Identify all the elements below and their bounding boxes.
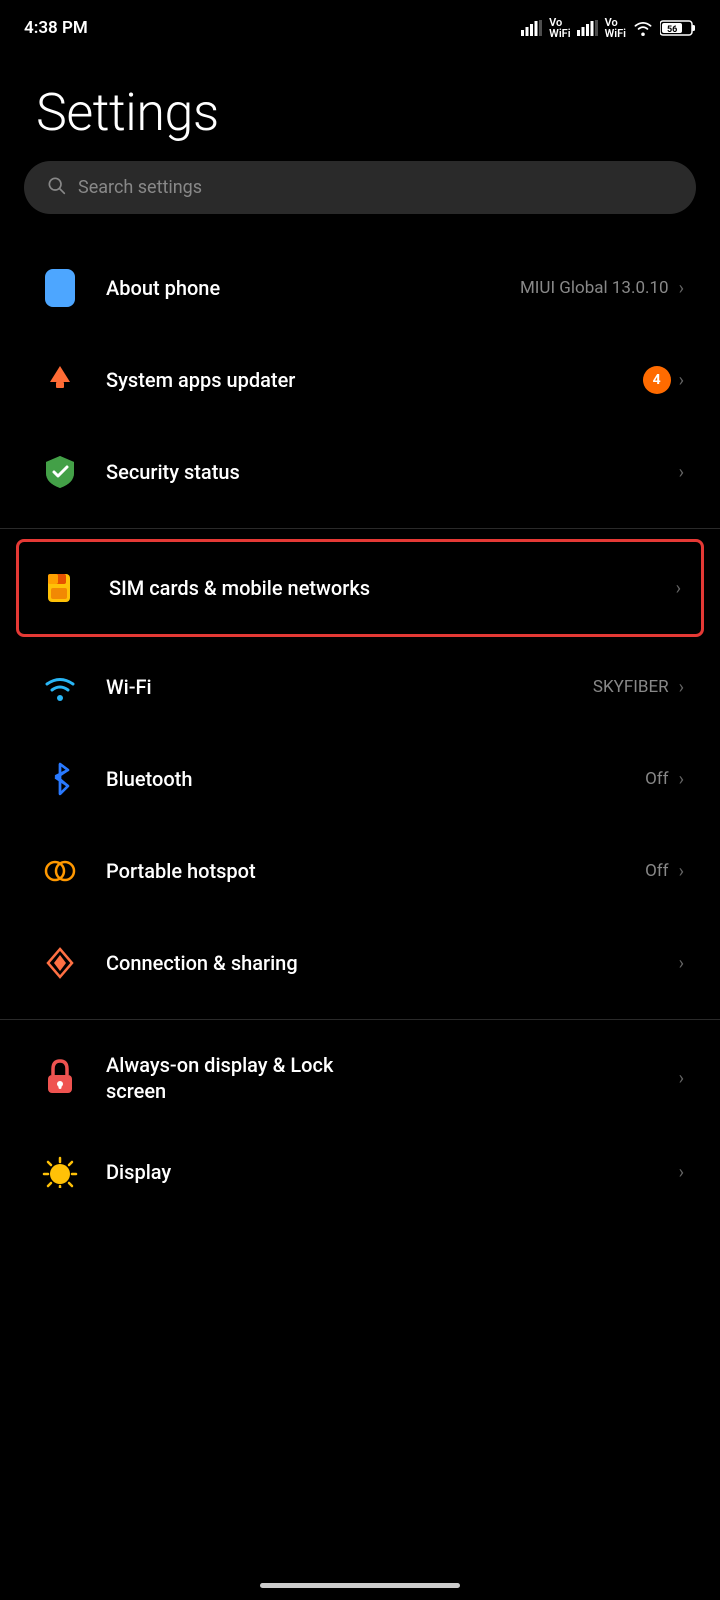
divider-2 (0, 1019, 720, 1020)
signal-icon (521, 20, 543, 36)
settings-item-security-status[interactable]: Security status › (0, 426, 720, 518)
page-header: Settings (0, 52, 720, 161)
settings-item-portable-hotspot[interactable]: Portable hotspot Off › (0, 825, 720, 917)
settings-item-bluetooth[interactable]: Bluetooth Off › (0, 733, 720, 825)
about-phone-label: About phone (106, 276, 520, 300)
about-phone-chevron: › (679, 278, 684, 299)
wifi-label: Wi-Fi (106, 675, 593, 699)
settings-item-connection-sharing[interactable]: Connection & sharing › (0, 917, 720, 1009)
security-icon (36, 448, 84, 496)
display-label: Display (106, 1160, 679, 1184)
system-apps-chevron: › (679, 370, 684, 391)
settings-item-sim-cards[interactable]: SIM cards & mobile networks › (16, 539, 704, 637)
lock-screen-icon (36, 1054, 84, 1102)
sim-cards-icon (39, 564, 87, 612)
hotspot-value: Off (645, 861, 669, 881)
connection-icon (36, 939, 84, 987)
battery-icon: 56 (660, 19, 696, 37)
search-container[interactable]: Search settings (0, 161, 720, 242)
bluetooth-chevron: › (679, 769, 684, 790)
connection-sharing-chevron: › (679, 953, 684, 974)
sim-cards-chevron: › (676, 578, 681, 599)
search-icon (46, 175, 66, 200)
divider-1 (0, 528, 720, 529)
system-apps-badge: 4 (643, 366, 671, 394)
status-icons: VoWiFi VoWiFi 56 (521, 17, 696, 39)
about-phone-value: MIUI Global 13.0.10 (520, 278, 669, 298)
signal-icon2 (577, 20, 599, 36)
hotspot-chevron: › (679, 861, 684, 882)
settings-item-about-phone[interactable]: About phone MIUI Global 13.0.10 › (0, 242, 720, 334)
status-time: 4:38 PM (24, 18, 88, 38)
wifi-icon (36, 663, 84, 711)
hotspot-label: Portable hotspot (106, 859, 645, 883)
vo-wifi-label2: VoWiFi (605, 17, 626, 39)
bluetooth-value: Off (645, 769, 669, 789)
settings-item-display[interactable]: Display › (0, 1126, 720, 1218)
page-title: Settings (36, 82, 684, 143)
security-status-label: Security status (106, 460, 679, 484)
always-on-display-label: Always-on display & Lockscreen (106, 1052, 679, 1104)
vo-wifi-label1: VoWiFi (549, 17, 570, 39)
settings-item-wifi[interactable]: Wi-Fi SKYFIBER › (0, 641, 720, 733)
bluetooth-icon (36, 755, 84, 803)
security-status-chevron: › (679, 462, 684, 483)
bluetooth-label: Bluetooth (106, 767, 645, 791)
display-icon (36, 1148, 84, 1196)
display-chevron: › (679, 1162, 684, 1183)
nav-bar-indicator (260, 1583, 460, 1588)
svg-text:56: 56 (667, 25, 677, 35)
system-apps-label: System apps updater (106, 368, 643, 392)
status-bar: 4:38 PM VoWiFi VoWiFi (0, 0, 720, 52)
system-apps-icon (36, 356, 84, 404)
settings-item-system-apps-updater[interactable]: System apps updater 4 › (0, 334, 720, 426)
about-phone-icon (36, 264, 84, 312)
search-placeholder: Search settings (78, 177, 202, 198)
hotspot-icon (36, 847, 84, 895)
sim-cards-label: SIM cards & mobile networks (109, 576, 676, 600)
wifi-chevron: › (679, 677, 684, 698)
search-bar[interactable]: Search settings (24, 161, 696, 214)
settings-item-always-on-display[interactable]: Always-on display & Lockscreen › (0, 1030, 720, 1126)
connection-sharing-label: Connection & sharing (106, 951, 679, 975)
settings-list: About phone MIUI Global 13.0.10 › System… (0, 242, 720, 1218)
wifi-value: SKYFIBER (593, 677, 669, 697)
always-on-display-chevron: › (679, 1068, 684, 1089)
wifi-status-icon (632, 20, 654, 36)
